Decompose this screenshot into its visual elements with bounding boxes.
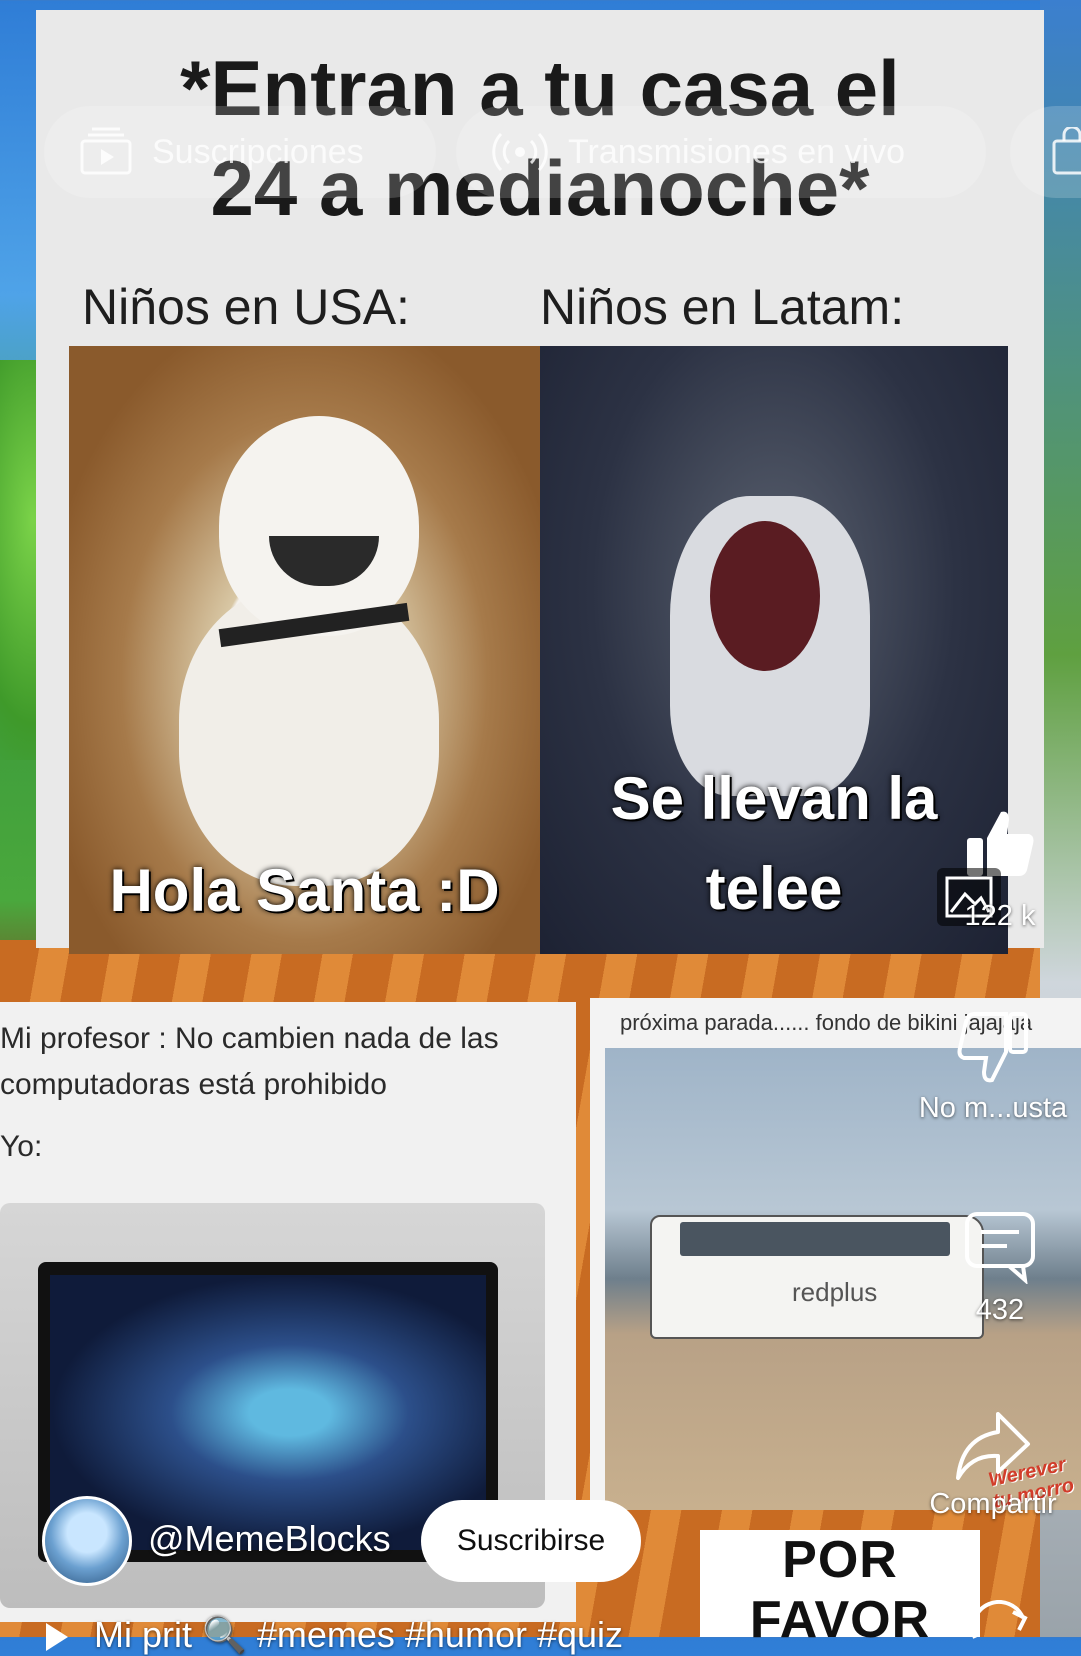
meme-bl-line3: Yo: xyxy=(0,1130,43,1163)
tab-subscriptions[interactable]: Suscripciones xyxy=(44,106,436,198)
meme-bl-line2: computadoras está prohibido xyxy=(0,1068,387,1101)
share-button[interactable]: Compartir xyxy=(905,1410,1081,1521)
left-caption: Hola Santa :D xyxy=(109,857,500,924)
channel-avatar[interactable] xyxy=(42,1496,132,1586)
dog-head xyxy=(219,416,419,636)
channel-handle[interactable]: @MemeBlocks xyxy=(148,1518,391,1560)
subscriptions-icon xyxy=(80,127,132,175)
live-icon xyxy=(492,132,548,172)
share-icon xyxy=(956,1412,1030,1480)
video-title-text: Mi prit 🔍 #memes #humor #quiz xyxy=(94,1614,624,1655)
comments-button[interactable]: 432 xyxy=(935,1210,1065,1327)
play-icon xyxy=(46,1623,68,1652)
meme-bl-line1: Mi profesor : No cambien nada de las xyxy=(0,1022,499,1055)
shopping-bag-icon xyxy=(1052,127,1081,175)
comments-count: 432 xyxy=(975,1294,1025,1326)
dislike-button[interactable]: No m...usta xyxy=(905,1010,1081,1125)
dislike-label: No m...usta xyxy=(918,1092,1068,1124)
tab-subscriptions-label: Suscripciones xyxy=(152,132,364,171)
shark-mouth xyxy=(710,521,820,671)
bus-text: redplus xyxy=(792,1277,878,1307)
thumbs-down-icon xyxy=(957,1012,1028,1083)
tab-live-label: Transmisiones en vivo xyxy=(568,132,905,171)
share-label: Compartir xyxy=(929,1488,1057,1520)
right-column-label: Niños en Latam: xyxy=(540,279,905,335)
bus-windows xyxy=(680,1222,950,1256)
thumbnail-text: POR FAVOR xyxy=(749,1531,931,1649)
comment-icon xyxy=(965,1212,1035,1284)
tab-live[interactable]: Transmisiones en vivo xyxy=(456,106,986,198)
left-column-label: Niños en USA: xyxy=(82,279,410,335)
meme-bl-text: Mi profesor : No cambien nada de las com… xyxy=(0,1016,560,1108)
like-count: 122 k xyxy=(964,900,1036,932)
remix-icon xyxy=(971,1600,1028,1639)
dog-panel: Hola Santa :D xyxy=(69,346,540,954)
subscribe-button[interactable]: Suscribirse xyxy=(421,1500,641,1582)
remix-button[interactable] xyxy=(960,1600,1040,1640)
video-title[interactable]: Mi prit 🔍 #memes #humor #quiz xyxy=(46,1614,623,1656)
